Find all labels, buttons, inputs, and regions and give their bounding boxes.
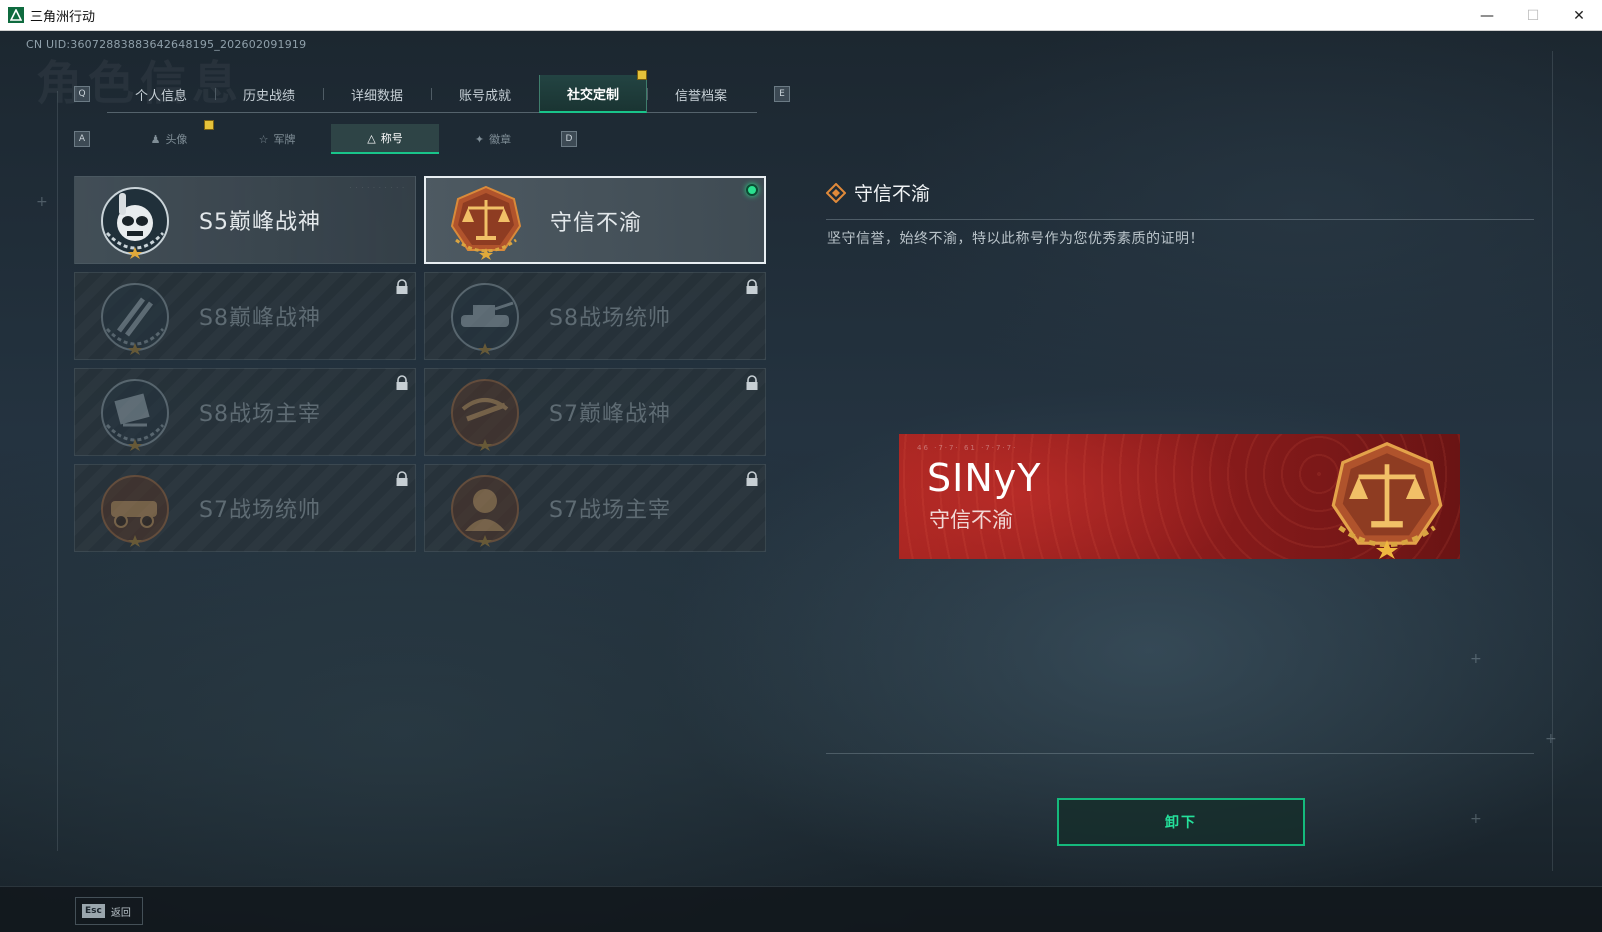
title-card-name: S8巅峰战神 [199, 306, 321, 331]
close-button[interactable]: ✕ [1556, 0, 1602, 31]
subtab-badge[interactable]: ✦ 徽章 [439, 124, 547, 154]
badge-icon: ✦ [474, 132, 485, 146]
hud-plus: + [1470, 811, 1482, 827]
footer-bar: Esc 返回 [0, 886, 1602, 932]
hud-line [1552, 51, 1553, 871]
lock-icon [396, 279, 408, 294]
equipped-indicator [746, 184, 758, 196]
lock-icon [746, 471, 758, 486]
main-tab-bar: 个人信息 历史战绩 详细数据 账号成就 社交定制 信誉档案 [107, 75, 757, 113]
subtab-title-label: 称号 [380, 132, 403, 145]
banner-player-name: SINyY [927, 456, 1042, 500]
subtab-dogtag-label: 军牌 [273, 133, 296, 146]
title-card-name: S5巅峰战神 [199, 210, 321, 235]
hud-line [57, 91, 58, 851]
title-banner-preview: 46 ·7·7· 61 ·7·7·7· SINyY 守信不渝 [899, 434, 1460, 559]
divider [826, 219, 1534, 220]
title-card-name: S7战场主宰 [549, 498, 671, 523]
tab-personal-info[interactable]: 个人信息 [107, 75, 215, 113]
title-card-locked[interactable]: S8战场主宰 [74, 368, 416, 456]
title-card-locked[interactable]: S7战场统帅 [74, 464, 416, 552]
hud-plus: + [1545, 731, 1557, 747]
armored-car-icon [101, 475, 169, 547]
app-logo-icon [8, 7, 24, 23]
hud-plus: + [36, 194, 48, 210]
esc-key: Esc [82, 904, 105, 918]
title-card-name: S8战场统帅 [549, 306, 671, 331]
maximize-button[interactable]: ☐ [1510, 0, 1556, 31]
window-title: 三角洲行动 [30, 9, 96, 25]
tab-detailed-stats[interactable]: 详细数据 [323, 75, 431, 113]
next-tab-key[interactable]: E [774, 86, 790, 102]
subtab-dogtag[interactable]: ☆ 军牌 [223, 124, 331, 154]
title-card-name: 守信不渝 [550, 211, 643, 236]
scales-icon [450, 185, 522, 260]
title-card-selected[interactable]: 守信不渝 [424, 176, 766, 264]
title-card-name: S7战场统帅 [199, 498, 321, 523]
person-icon: ♟ [150, 132, 161, 146]
title-card-locked[interactable]: S8巅峰战神 [74, 272, 416, 360]
scales-icon [1331, 442, 1443, 559]
title-card-locked[interactable]: S8战场统帅 [424, 272, 766, 360]
tab-achievements[interactable]: 账号成就 [431, 75, 539, 113]
tab-credit-record[interactable]: 信誉档案 [647, 75, 755, 113]
prev-tab-key[interactable]: Q [74, 86, 90, 102]
stripes-icon [101, 283, 169, 355]
title-card-locked[interactable]: S7巅峰战神 [424, 368, 766, 456]
game-viewport: + + + + 角色信息 CN UID:36072883883642648195… [0, 31, 1602, 932]
back-button[interactable]: Esc 返回 [75, 897, 143, 925]
dogtag-icon: ☆ [258, 132, 269, 146]
banner-title: 守信不渝 [929, 508, 1013, 532]
title-card-name: S7巅峰战神 [549, 402, 671, 427]
new-item-badge [204, 120, 214, 130]
lock-icon [746, 279, 758, 294]
divider [826, 753, 1534, 754]
prev-subtab-key[interactable]: A [74, 131, 90, 147]
tab-match-history[interactable]: 历史战绩 [215, 75, 323, 113]
detail-header: 守信不渝 [826, 179, 930, 206]
subtab-title[interactable]: △ 称号 [331, 124, 439, 154]
lock-icon [396, 375, 408, 390]
title-card-name: S8战场主宰 [199, 402, 321, 427]
unequip-button[interactable]: 卸下 [1057, 798, 1305, 846]
player-uid: CN UID:36072883883642648195_202602091919 [26, 38, 307, 51]
minimize-button[interactable]: — [1464, 0, 1510, 31]
card-deco-text: · · · · · · · · · · [349, 185, 405, 192]
diamond-marker-icon [826, 182, 846, 203]
triangle-icon: △ [367, 131, 376, 145]
banner-deco-text: 46 ·7·7· 61 ·7·7·7· [917, 444, 1018, 452]
detail-title: 守信不渝 [854, 183, 931, 205]
rocket-launcher-icon [101, 379, 169, 451]
hud-plus: + [1470, 651, 1482, 667]
soldier-icon [451, 475, 519, 547]
next-subtab-key[interactable]: D [561, 131, 577, 147]
diver-skull-icon [101, 187, 169, 259]
title-card-locked[interactable]: S7战场主宰 [424, 464, 766, 552]
tab-social-customize[interactable]: 社交定制 [539, 75, 647, 113]
title-card[interactable]: S5巅峰战神 · · · · · · · · · · [74, 176, 416, 264]
sub-tab-bar: ♟ 头像 ☆ 军牌 △ 称号 ✦ 徽章 [115, 124, 547, 154]
subtab-avatar-label: 头像 [165, 133, 188, 146]
lock-icon [746, 375, 758, 390]
subtab-badge-label: 徽章 [489, 133, 512, 146]
detail-description: 坚守信誉，始终不渝，特以此称号作为您优秀素质的证明！ [827, 231, 1204, 247]
new-item-badge [637, 70, 647, 80]
tank-icon [451, 283, 519, 355]
crossbow-icon [451, 379, 519, 451]
window-titlebar: 三角洲行动 — ☐ ✕ [0, 0, 1602, 31]
back-label: 返回 [110, 907, 131, 919]
lock-icon [396, 471, 408, 486]
